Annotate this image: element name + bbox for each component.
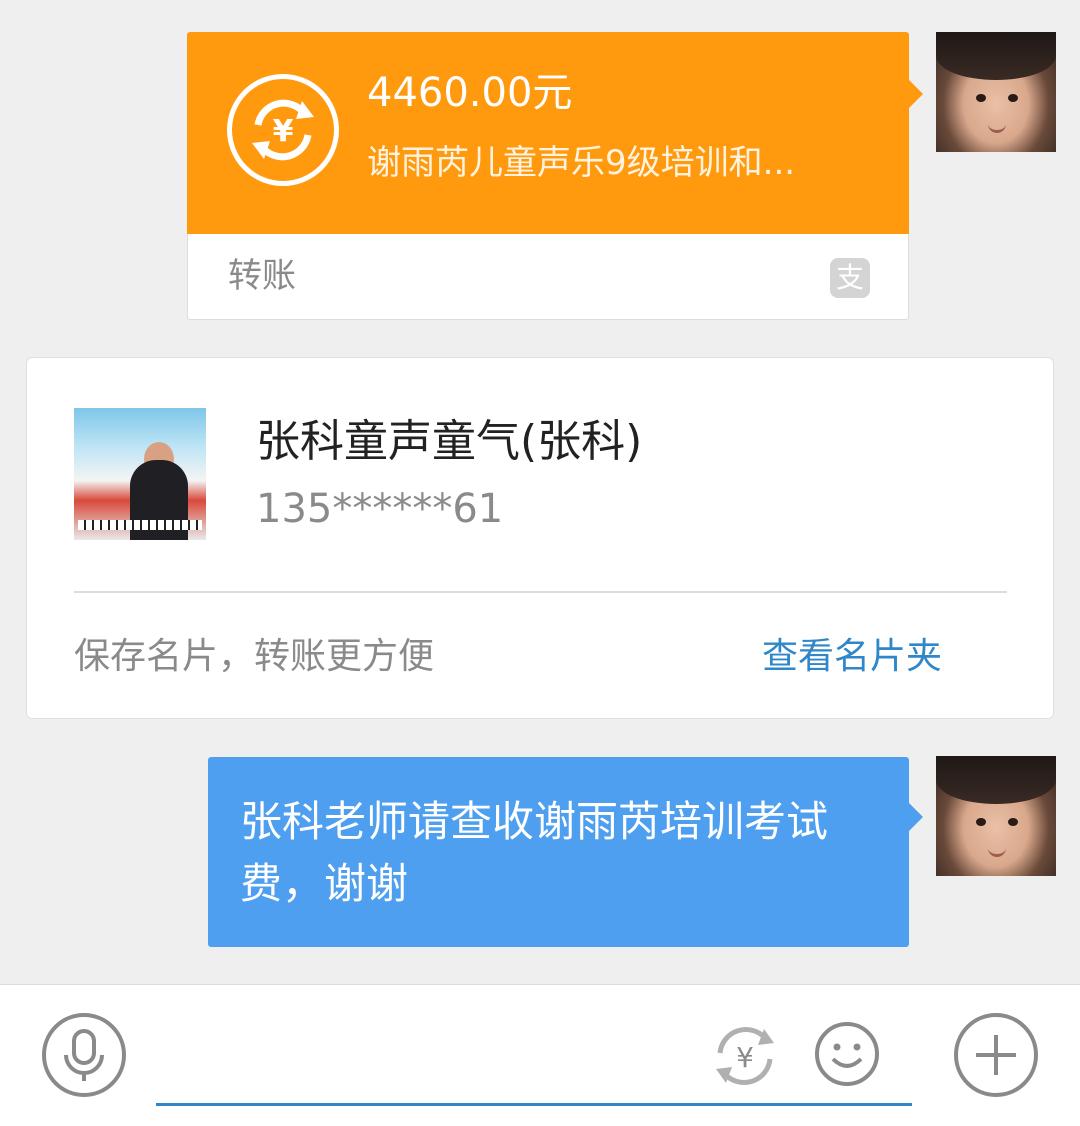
voice-button[interactable] — [42, 1013, 126, 1097]
transfer-button[interactable]: ¥ — [710, 1021, 780, 1091]
transfer-card-header: ¥ 4460.00元 谢雨芮儿童声乐9级培训和... — [187, 32, 909, 234]
yuan-transfer-icon: ¥ — [716, 1027, 774, 1085]
alipay-icon: 支 — [830, 258, 870, 298]
microphone-icon — [64, 1029, 104, 1081]
bubble-tail — [909, 80, 923, 108]
svg-text:¥: ¥ — [736, 1041, 754, 1074]
smiley-icon — [815, 1022, 879, 1086]
transfer-description: 谢雨芮儿童声乐9级培训和... — [367, 143, 796, 183]
yuan-exchange-icon: ¥ — [227, 74, 339, 186]
transfer-label: 转账 — [228, 256, 296, 296]
plus-icon — [976, 1035, 1016, 1075]
contact-name: 张科童声童气(张科) — [256, 416, 643, 467]
message-bubble[interactable]: 张科老师请查收谢雨芮培训考试费，谢谢 — [208, 757, 923, 947]
transfer-card-footer: 转账 支 — [187, 234, 909, 320]
message-text: 张科老师请查收谢雨芮培训考试费，谢谢 — [240, 797, 829, 908]
message-input[interactable] — [156, 1103, 912, 1106]
avatar[interactable] — [936, 756, 1056, 876]
transfer-card[interactable]: ¥ 4460.00元 谢雨芮儿童声乐9级培训和... 转账 支 — [187, 32, 923, 320]
svg-text:¥: ¥ — [273, 114, 294, 149]
avatar[interactable] — [936, 32, 1056, 152]
transfer-amount: 4460.00元 — [367, 70, 573, 116]
view-card-folder-link[interactable]: 查看名片夹 — [762, 632, 942, 682]
contact-phone: 135******61 — [256, 486, 504, 532]
input-bar: ¥ — [0, 984, 1080, 1126]
bubble-tail — [909, 803, 923, 831]
divider — [74, 591, 1007, 593]
contact-card[interactable]: 张科童声童气(张科) 135******61 保存名片，转账更方便 查看名片夹 — [26, 357, 1054, 719]
contact-photo — [74, 408, 206, 540]
emoji-button[interactable] — [814, 1021, 880, 1087]
more-button[interactable] — [954, 1013, 1038, 1097]
contact-save-hint: 保存名片，转账更方便 — [74, 636, 435, 677]
